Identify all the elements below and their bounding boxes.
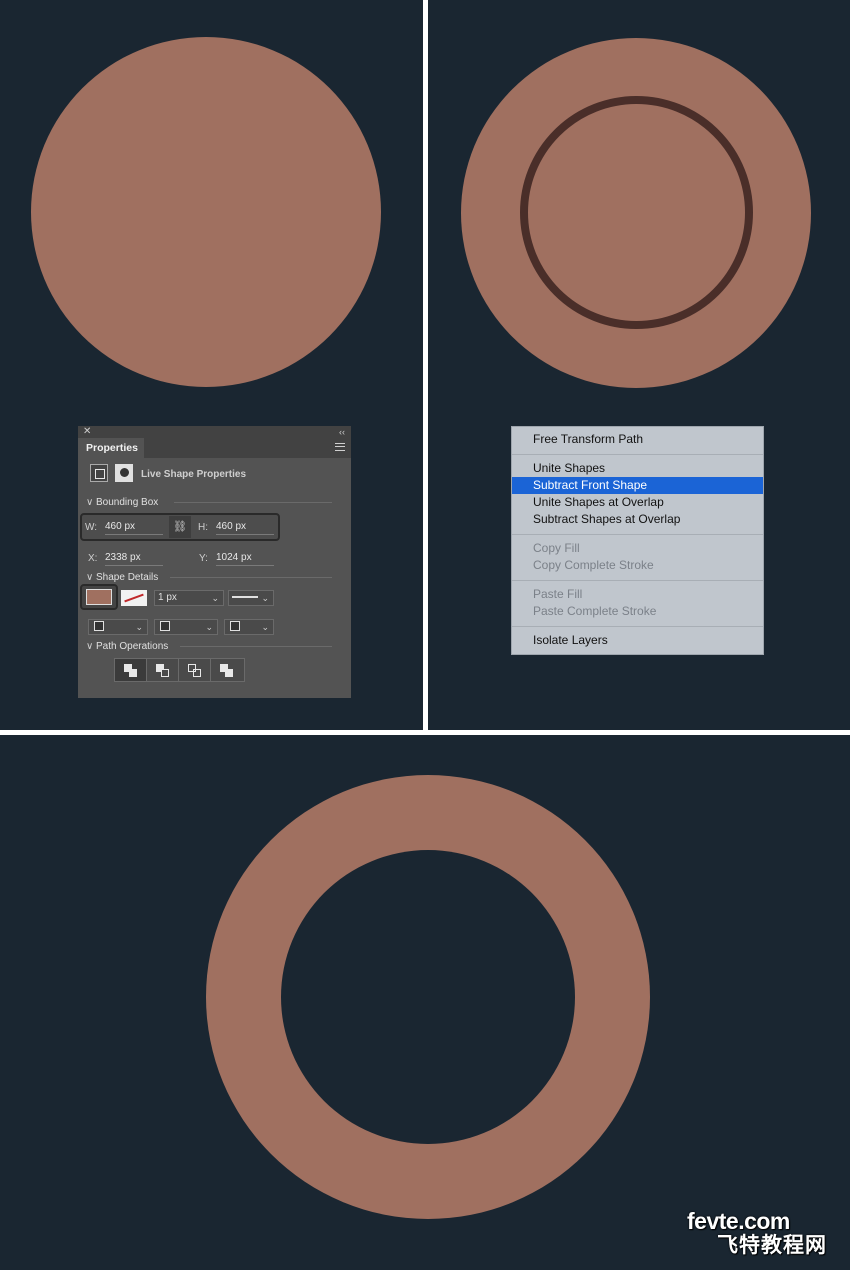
subtract-icon-part	[161, 669, 169, 677]
menu-item-isolate-layers[interactable]: Isolate Layers	[512, 632, 763, 649]
live-shape-transform-icon[interactable]	[90, 464, 108, 482]
menu-item-subtract-shapes-at-overlap[interactable]: Subtract Shapes at Overlap	[512, 511, 763, 528]
chevron-down-icon: ∨	[86, 497, 94, 508]
solid-circle-shape[interactable]	[31, 37, 381, 387]
divider	[170, 577, 332, 578]
inner-circle-shape[interactable]	[520, 96, 753, 329]
path-operations-group	[114, 658, 245, 682]
stroke-caps-dropdown[interactable]: ⌄	[154, 619, 218, 635]
section-bounding-box[interactable]: ∨ Bounding Box	[86, 497, 158, 508]
watermark-line2: 飞特教程网	[717, 1234, 827, 1257]
exclude-icon-part	[225, 669, 233, 677]
stroke-corners-dropdown[interactable]: ⌄	[224, 619, 274, 635]
section-path-operations[interactable]: ∨ Path Operations	[86, 641, 168, 652]
chevron-down-icon: ⌄	[261, 593, 269, 603]
height-field[interactable]: 460 px	[216, 521, 274, 535]
stroke-align-icon	[94, 621, 104, 632]
chevron-down-icon: ∨	[86, 641, 94, 652]
stroke-align-dropdown[interactable]: ⌄	[88, 619, 148, 635]
exclude-overlap-button[interactable]	[211, 659, 243, 681]
fill-color-swatch[interactable]	[86, 589, 112, 605]
chevron-down-icon: ∨	[86, 572, 94, 583]
collapse-icon[interactable]: ‹‹	[339, 426, 345, 438]
combine-icon-part	[129, 669, 137, 677]
tab-properties[interactable]: Properties	[78, 438, 144, 458]
x-field[interactable]: 2338 px	[105, 552, 163, 566]
stroke-corners-icon	[230, 621, 240, 632]
divider	[180, 646, 332, 647]
menu-item-copy-complete-stroke: Copy Complete Stroke	[533, 558, 654, 572]
menu-item-unite-shapes[interactable]: Unite Shapes	[512, 460, 763, 477]
chevron-down-icon: ⌄	[211, 593, 219, 603]
chevron-down-icon: ⌄	[261, 622, 269, 632]
menu-item-paste-complete-stroke: Paste Complete Stroke	[533, 604, 657, 618]
intersect-icon-part	[193, 669, 201, 677]
stroke-width-dropdown[interactable]: 1 px ⌄	[154, 590, 224, 606]
fill-swatch-group	[80, 584, 118, 610]
menu-item-unite-shapes-at-overlap[interactable]: Unite Shapes at Overlap	[512, 494, 763, 511]
stroke-caps-icon	[160, 621, 170, 632]
y-field[interactable]: 1024 px	[216, 552, 274, 566]
link-icon[interactable]: ⛓	[169, 516, 191, 538]
divider	[174, 502, 332, 503]
watermark-logo: fevte.com 飞特教程网	[687, 1208, 827, 1258]
panel-menu-icon[interactable]	[335, 443, 345, 451]
context-menu: Free Transform Path Unite Shapes Subtrac…	[511, 426, 764, 655]
menu-divider	[512, 534, 763, 535]
chevron-down-icon: ⌄	[205, 622, 213, 632]
section-shape-details[interactable]: ∨ Shape Details	[86, 572, 158, 583]
x-label: X:	[88, 553, 98, 564]
menu-divider	[512, 626, 763, 627]
section-heading: Path Operations	[96, 641, 169, 652]
panel-subtitle: Live Shape Properties	[141, 469, 247, 480]
stroke-color-swatch[interactable]	[121, 590, 147, 606]
line-style-icon	[232, 596, 258, 599]
panel-title-bar: ✕ ‹‹	[78, 426, 351, 438]
stroke-type-dropdown[interactable]: ⌄	[228, 590, 274, 606]
width-field[interactable]: 460 px	[105, 521, 163, 535]
panel-tabstrip: Properties	[78, 438, 351, 458]
menu-item-free-transform-path[interactable]: Free Transform Path	[512, 431, 763, 448]
subtract-front-shape-button[interactable]	[147, 659, 179, 681]
combine-shapes-button[interactable]	[115, 659, 147, 681]
live-shape-mask-icon[interactable]	[115, 464, 133, 482]
y-label: Y:	[199, 553, 208, 564]
ring-hole	[281, 850, 575, 1144]
width-label: W:	[85, 522, 98, 533]
chevron-down-icon: ⌄	[135, 622, 143, 632]
section-heading: Shape Details	[96, 572, 159, 583]
menu-item-subtract-front-shape[interactable]: Subtract Front Shape	[512, 477, 763, 494]
height-label: H:	[198, 522, 208, 533]
menu-divider	[512, 454, 763, 455]
properties-panel: ✕ ‹‹ Properties Live Shape Properties ∨ B…	[78, 426, 351, 698]
menu-item-paste-fill: Paste Fill	[533, 587, 583, 601]
intersect-shapes-button[interactable]	[179, 659, 211, 681]
stroke-width-value: 1 px	[158, 592, 177, 603]
menu-divider	[512, 580, 763, 581]
section-heading: Bounding Box	[96, 497, 159, 508]
watermark-line1: fevte.com	[687, 1208, 790, 1234]
menu-item-copy-fill: Copy Fill	[533, 541, 580, 555]
close-icon[interactable]: ✕	[83, 426, 91, 438]
